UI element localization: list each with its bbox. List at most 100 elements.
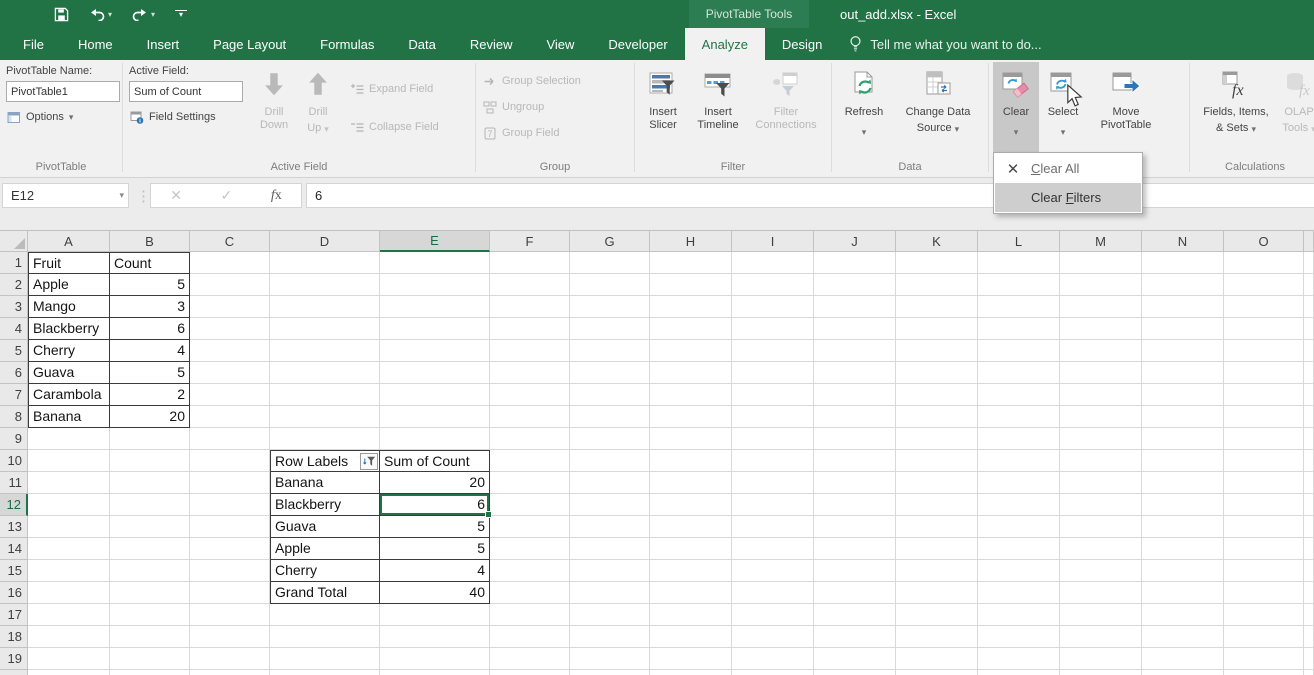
cell-O12[interactable] [1224,494,1304,516]
cell-G3[interactable] [570,296,650,318]
cell-D18[interactable] [270,626,380,648]
column-header-D[interactable]: D [270,231,380,252]
cell-M13[interactable] [1060,516,1142,538]
cell-O14[interactable] [1224,538,1304,560]
cell-O3[interactable] [1224,296,1304,318]
customize-qat-button[interactable]: ▾ [175,10,187,18]
cell-M17[interactable] [1060,604,1142,626]
cell-O8[interactable] [1224,406,1304,428]
cell-D3[interactable] [270,296,380,318]
cell-K20[interactable] [896,670,978,675]
cell-D8[interactable] [270,406,380,428]
refresh-button[interactable]: Refresh [836,62,892,154]
cell-E14[interactable]: 5 [380,538,490,560]
clear-button[interactable]: Clear [993,62,1039,154]
cell-K14[interactable] [896,538,978,560]
cell-D16[interactable]: Grand Total [270,582,380,604]
cell-H3[interactable] [650,296,732,318]
cell-C11[interactable] [190,472,270,494]
name-box[interactable]: E12 ▾ [2,183,129,208]
cell-A6[interactable]: Guava [28,362,110,384]
cell-I6[interactable] [732,362,814,384]
cell-K19[interactable] [896,648,978,670]
cell-A14[interactable] [28,538,110,560]
cell-B5[interactable]: 4 [110,340,190,362]
cell-E4[interactable] [380,318,490,340]
fields-items-sets-button[interactable]: fx Fields, Items, & Sets [1194,62,1278,154]
group-field-button[interactable]: 7 Group Field [480,122,562,144]
cell-M2[interactable] [1060,274,1142,296]
column-header-O[interactable]: O [1224,231,1304,252]
cell-H8[interactable] [650,406,732,428]
tab-developer[interactable]: Developer [591,28,684,60]
cell-B4[interactable]: 6 [110,318,190,340]
cell-O10[interactable] [1224,450,1304,472]
collapse-field-button[interactable]: Collapse Field [347,116,442,138]
cell-G14[interactable] [570,538,650,560]
cell-L5[interactable] [978,340,1060,362]
redo-button[interactable]: ▾ [132,8,155,21]
cell-G11[interactable] [570,472,650,494]
cell-B8[interactable]: 20 [110,406,190,428]
cell-G1[interactable] [570,252,650,274]
cell-K3[interactable] [896,296,978,318]
cell-I1[interactable] [732,252,814,274]
cell-A3[interactable]: Mango [28,296,110,318]
cell-A9[interactable] [28,428,110,450]
cell-I8[interactable] [732,406,814,428]
cell-E13[interactable]: 5 [380,516,490,538]
cell-E11[interactable]: 20 [380,472,490,494]
cell-E18[interactable] [380,626,490,648]
cell-x12[interactable] [1304,494,1314,516]
change-data-source-button[interactable]: Change Data Source [892,62,984,154]
options-button[interactable]: Options [4,106,76,128]
cell-H14[interactable] [650,538,732,560]
drill-up-button[interactable]: Drill Up [295,62,341,154]
cell-L19[interactable] [978,648,1060,670]
row-header-18[interactable]: 18 [0,626,28,648]
cell-O1[interactable] [1224,252,1304,274]
cell-G20[interactable] [570,670,650,675]
cell-I5[interactable] [732,340,814,362]
cell-M7[interactable] [1060,384,1142,406]
cell-N11[interactable] [1142,472,1224,494]
tab-file[interactable]: File [6,28,61,60]
menu-item-clear-all[interactable]: ✕ Clear All [995,154,1141,183]
cell-G18[interactable] [570,626,650,648]
cell-x18[interactable] [1304,626,1314,648]
tab-view[interactable]: View [529,28,591,60]
cell-L1[interactable] [978,252,1060,274]
tab-analyze[interactable]: Analyze [685,28,765,60]
cell-D10[interactable]: Row Labels [270,450,380,472]
cell-B1[interactable]: Count [110,252,190,274]
cell-B19[interactable] [110,648,190,670]
cell-B6[interactable]: 5 [110,362,190,384]
group-selection-button[interactable]: Group Selection [480,70,584,92]
cell-I20[interactable] [732,670,814,675]
column-header-J[interactable]: J [814,231,896,252]
cell-G17[interactable] [570,604,650,626]
column-header-K[interactable]: K [896,231,978,252]
cell-x9[interactable] [1304,428,1314,450]
cell-D6[interactable] [270,362,380,384]
cell-I15[interactable] [732,560,814,582]
cell-A11[interactable] [28,472,110,494]
cell-J12[interactable] [814,494,896,516]
cell-G9[interactable] [570,428,650,450]
cell-G8[interactable] [570,406,650,428]
cell-F3[interactable] [490,296,570,318]
cell-O9[interactable] [1224,428,1304,450]
column-header-N[interactable]: N [1142,231,1224,252]
cell-K9[interactable] [896,428,978,450]
cell-O13[interactable] [1224,516,1304,538]
row-header-3[interactable]: 3 [0,296,28,318]
cell-L15[interactable] [978,560,1060,582]
cell-G15[interactable] [570,560,650,582]
cell-C20[interactable] [190,670,270,675]
expand-field-button[interactable]: Expand Field [347,78,442,100]
cell-B3[interactable]: 3 [110,296,190,318]
cell-J7[interactable] [814,384,896,406]
cell-N15[interactable] [1142,560,1224,582]
cell-H20[interactable] [650,670,732,675]
undo-button[interactable]: ▾ [89,8,112,21]
